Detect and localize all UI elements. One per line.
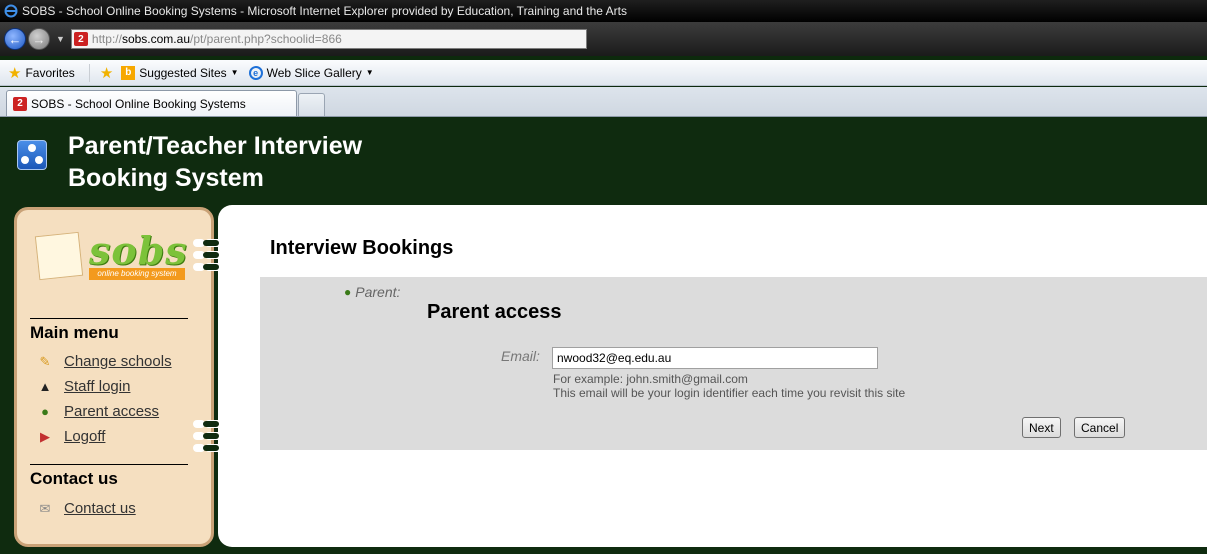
arrow-left-icon: ← [8,31,22,47]
add-favorite-icon[interactable]: ★ [100,64,113,82]
role-label-text: Parent: [355,284,401,300]
sobs-logo[interactable]: sobs online booking system [34,228,188,284]
ie-logo-icon [4,4,18,18]
sidebar-item-label: Change schools [64,353,172,370]
sidebar: sobs online booking system Main menu ✎ C… [14,207,214,547]
favorites-bar: ★ Favorites ★ b Suggested Sites ▼ e Web … [0,60,1207,86]
sidebar-item-logoff[interactable]: ▶ Logoff [36,428,105,445]
parent-access-panel: ● Parent: Parent access Email: For examp… [260,277,1207,450]
favorites-button[interactable]: ★ Favorites [8,64,75,82]
app-logo-icon [17,140,47,170]
address-input[interactable]: 2 http:// sobs.com.au /pt/parent.php?sch… [70,29,587,49]
toolbar-divider [88,63,90,82]
sidebar-item-parent-access[interactable]: ● Parent access [36,403,159,420]
email-hint-identifier: This email will be your login identifier… [553,386,906,400]
sidebar-item-label: Parent access [64,403,160,420]
ie-small-icon: e [248,65,263,80]
favorites-label: Favorites [25,65,75,80]
web-slice-gallery-label: Web Slice Gallery [266,65,362,80]
sidebar-item-staff-login[interactable]: ▲ Staff login [36,378,131,395]
envelope-icon: ✉ [39,500,51,516]
bing-icon: b [121,65,136,80]
email-field[interactable] [552,347,878,369]
tab-sobs[interactable]: 2 SOBS - School Online Booking Systems [6,90,297,116]
url-path: /pt/parent.php?schoolid=866 [190,32,342,46]
person-icon: ● [41,404,49,419]
main-content: Interview Bookings ● Parent: Parent acce… [218,205,1207,547]
sidebar-item-contact-us[interactable]: ✉ Contact us [36,500,136,517]
chevron-down-icon: ▼ [365,68,374,77]
graduation-cap-icon: ▲ [38,379,52,394]
tab-label: SOBS - School Online Booking Systems [31,96,246,111]
suggested-sites-button[interactable]: b Suggested Sites ▼ [117,65,239,80]
url-scheme: http:// [91,32,122,46]
calendar-icon [34,231,84,281]
chevron-down-icon: ▼ [230,68,239,77]
panel-title: Parent access [427,301,562,323]
site-favicon-icon: 2 [73,32,88,46]
sobs-logo-text: sobs [89,228,188,273]
star-icon: ★ [8,64,22,82]
back-button[interactable]: ← [4,28,26,50]
page-title-line1: Parent/Teacher Interview [68,132,363,160]
window-title: SOBS - School Online Booking Systems - M… [22,4,627,18]
web-page: Parent/Teacher Interview Booking System … [0,118,1207,554]
new-tab-button[interactable] [298,93,325,116]
person-icon: ● [344,285,352,299]
role-label: ● Parent: [344,284,400,300]
window-title-bar: SOBS - School Online Booking Systems - M… [0,0,1207,22]
sobs-logo-tagline: online booking system [89,268,185,280]
page-title: Parent/Teacher Interview Booking System [68,130,362,194]
email-hint-example: For example: john.smith@gmail.com [553,372,748,386]
tab-bar: 2 SOBS - School Online Booking Systems [0,87,1207,117]
sidebar-item-label: Logoff [64,428,106,445]
sidebar-item-label: Contact us [64,500,136,517]
site-favicon-icon: 2 [13,96,27,111]
sidebar-item-label: Staff login [64,378,131,395]
suggested-sites-label: Suggested Sites [139,65,227,80]
sidebar-item-change-schools[interactable]: ✎ Change schools [36,353,172,370]
contact-us-heading: Contact us [30,464,188,489]
url-host: sobs.com.au [121,32,190,46]
page-title-line2: Booking System [68,164,264,192]
logoff-icon: ▶ [40,428,50,444]
pencil-icon: ✎ [39,353,51,369]
section-title: Interview Bookings [270,237,454,259]
email-label: Email: [501,348,540,364]
address-toolbar: ← → ▼ 2 http:// sobs.com.au /pt/parent.p… [0,22,1207,56]
main-menu-heading: Main menu [30,318,188,343]
web-slice-gallery-button[interactable]: e Web Slice Gallery ▼ [248,65,374,80]
forward-button[interactable]: → [28,28,50,50]
next-button[interactable]: Next [1022,417,1061,438]
history-dropdown-icon[interactable]: ▼ [56,34,65,44]
arrow-right-icon: → [32,31,46,47]
cancel-button[interactable]: Cancel [1074,417,1126,438]
